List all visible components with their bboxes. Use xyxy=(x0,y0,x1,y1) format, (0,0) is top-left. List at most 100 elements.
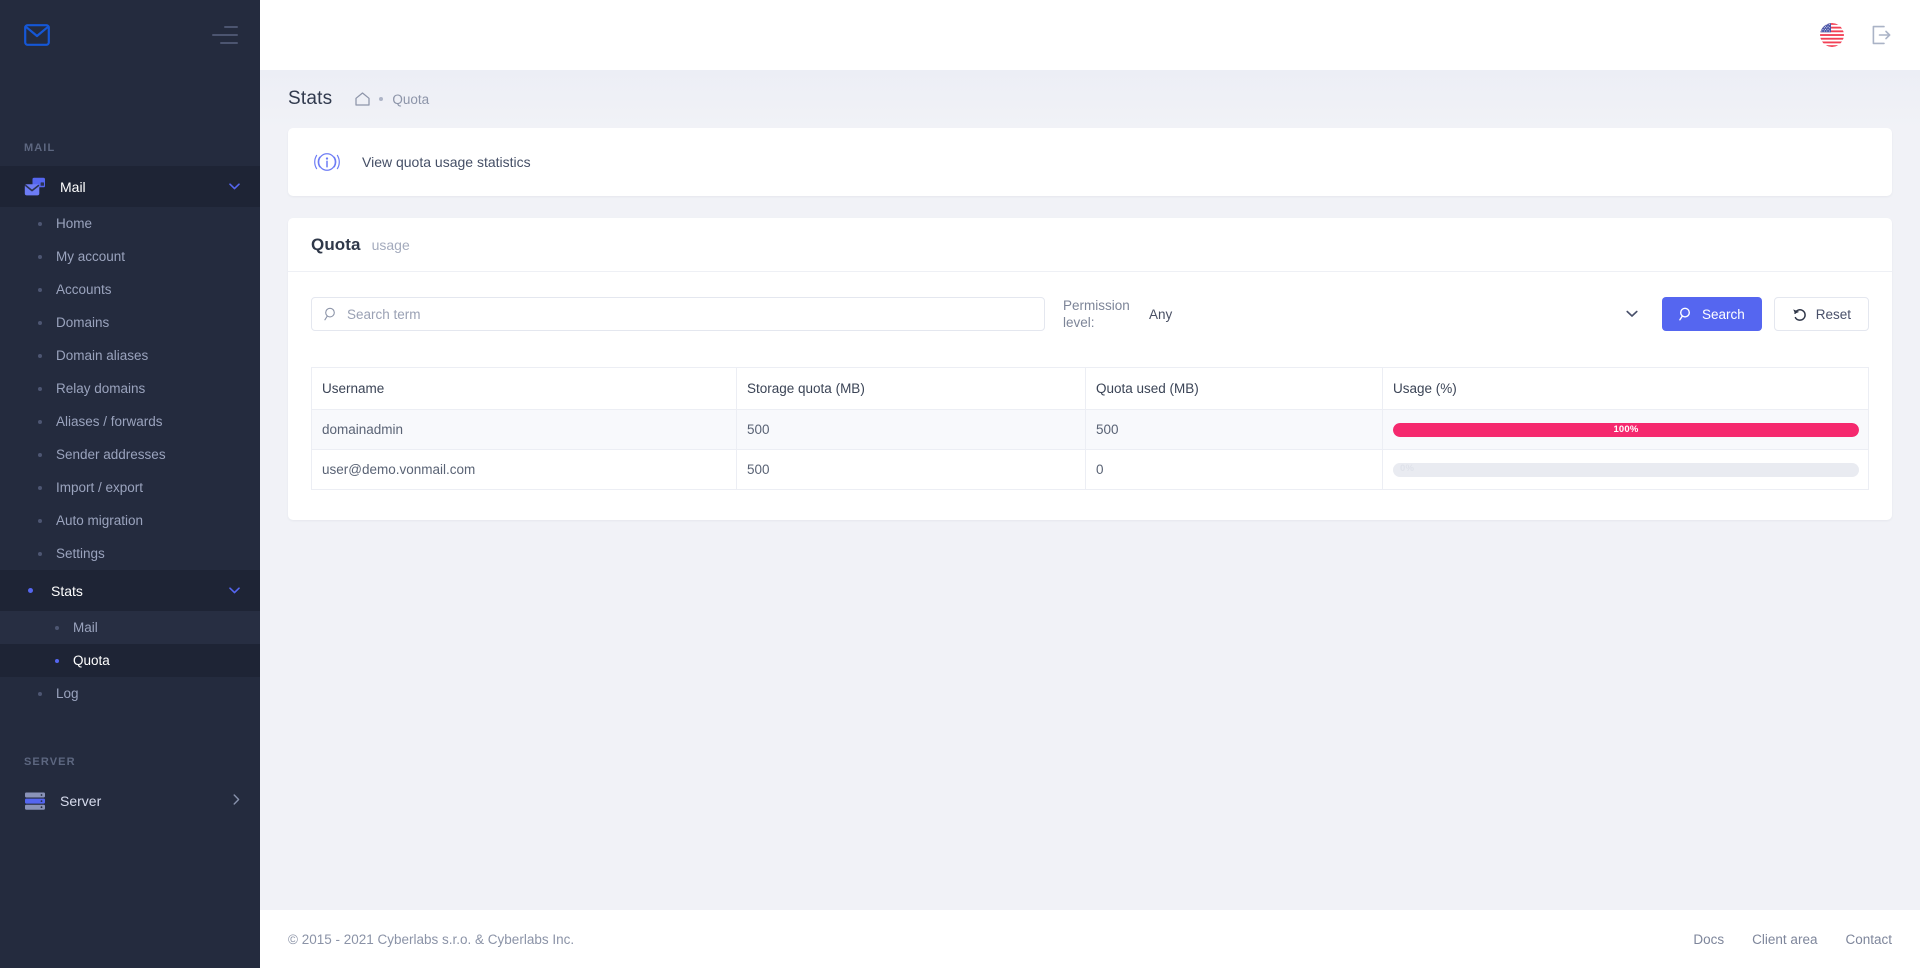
table-row[interactable]: domainadmin 500 500 100% xyxy=(312,410,1869,450)
sidebar-item-auto-migration[interactable]: Auto migration xyxy=(0,504,260,537)
table-row[interactable]: user@demo.vonmail.com 500 0 0% xyxy=(312,450,1869,490)
sidebar-item-settings[interactable]: Settings xyxy=(0,537,260,570)
cell-quota-used: 0 xyxy=(1086,450,1383,490)
column-header-quota-used[interactable]: Quota used (MB) xyxy=(1086,368,1383,410)
page-header: Stats Quota xyxy=(260,70,1920,128)
search-button[interactable]: Search xyxy=(1662,297,1762,331)
bullet-icon xyxy=(38,321,42,325)
sidebar-group-server-label: Server xyxy=(60,793,233,809)
usage-progress-fill: 100% xyxy=(1393,423,1859,437)
cell-storage-quota: 500 xyxy=(737,450,1086,490)
sidebar-header xyxy=(0,0,260,70)
server-rack-icon xyxy=(24,791,46,811)
sidebar-item-home[interactable]: Home xyxy=(0,207,260,240)
usage-progress-bar: 100% xyxy=(1393,423,1859,437)
footer-link-contact[interactable]: Contact xyxy=(1845,932,1892,947)
sidebar-group-stats[interactable]: Stats xyxy=(0,570,260,611)
footer: © 2015 - 2021 Cyberlabs s.r.o. & Cyberla… xyxy=(260,910,1920,968)
cell-quota-used: 500 xyxy=(1086,410,1383,450)
sidebar-item-label: Mail xyxy=(73,620,98,635)
sidebar-item-label: Import / export xyxy=(56,480,143,495)
cell-username: domainadmin xyxy=(312,410,737,450)
breadcrumb: Quota xyxy=(355,92,429,107)
sidebar-item-stats-quota[interactable]: Quota xyxy=(0,644,260,677)
sidebar-item-label: Quota xyxy=(73,653,110,668)
sidebar-item-stats-mail[interactable]: Mail xyxy=(0,611,260,644)
bullet-icon xyxy=(38,486,42,490)
chevron-down-icon[interactable] xyxy=(229,585,240,597)
sidebar-group-server[interactable]: Server xyxy=(0,780,260,821)
sidebar-item-log[interactable]: Log xyxy=(0,677,260,710)
sidebar-item-sender-addresses[interactable]: Sender addresses xyxy=(0,438,260,471)
sidebar-item-accounts[interactable]: Accounts xyxy=(0,273,260,306)
chevron-right-icon[interactable] xyxy=(233,794,240,808)
logout-icon[interactable] xyxy=(1870,24,1892,46)
sidebar-item-label: Sender addresses xyxy=(56,447,166,462)
permission-level-select[interactable]: Any xyxy=(1135,297,1650,331)
hamburger-icon[interactable] xyxy=(212,26,238,44)
usage-progress-bar: 0% xyxy=(1393,463,1859,477)
usage-progress-label: 0% xyxy=(1400,463,1414,474)
bullet-icon xyxy=(38,222,42,226)
sidebar-item-label: Aliases / forwards xyxy=(56,414,163,429)
bullet-icon xyxy=(28,588,33,593)
sidebar-group-stats-label: Stats xyxy=(51,583,229,599)
info-banner: View quota usage statistics xyxy=(288,128,1892,196)
chevron-down-icon[interactable] xyxy=(1626,307,1638,321)
bullet-icon xyxy=(38,288,42,292)
permission-level-value: Any xyxy=(1149,307,1172,322)
sidebar-item-label: Log xyxy=(56,686,79,701)
cell-storage-quota: 500 xyxy=(737,410,1086,450)
sidebar-item-domains[interactable]: Domains xyxy=(0,306,260,339)
sidebar-item-import-export[interactable]: Import / export xyxy=(0,471,260,504)
chevron-down-icon[interactable] xyxy=(229,181,240,193)
page-title: Stats xyxy=(288,88,332,110)
cell-usage: 100% xyxy=(1383,410,1869,450)
undo-icon xyxy=(1792,307,1807,322)
home-icon[interactable] xyxy=(355,92,370,106)
search-field[interactable] xyxy=(311,297,1045,331)
envelope-icon[interactable] xyxy=(24,24,50,46)
sidebar-group-mail-label: Mail xyxy=(60,179,229,195)
sidebar-item-relay-domains[interactable]: Relay domains xyxy=(0,372,260,405)
search-input[interactable] xyxy=(347,307,1032,322)
sidebar: MAIL Mail Home My account Accounts Domai… xyxy=(0,0,260,968)
table-header-row: Username Storage quota (MB) Quota used (… xyxy=(312,368,1869,410)
panel-title: Quota xyxy=(311,235,361,255)
bullet-icon xyxy=(55,626,59,630)
reset-button[interactable]: Reset xyxy=(1774,297,1869,331)
content: View quota usage statistics Quota usage xyxy=(260,128,1920,910)
search-icon xyxy=(1679,307,1693,321)
sidebar-section-server-label: SERVER xyxy=(0,756,260,768)
panel-subtitle: usage xyxy=(372,237,410,253)
panel-header: Quota usage xyxy=(288,218,1892,272)
footer-link-client-area[interactable]: Client area xyxy=(1752,932,1817,947)
breadcrumb-current: Quota xyxy=(392,92,429,107)
column-header-usage[interactable]: Usage (%) xyxy=(1383,368,1869,410)
sidebar-item-my-account[interactable]: My account xyxy=(0,240,260,273)
cell-username: user@demo.vonmail.com xyxy=(312,450,737,490)
sidebar-group-mail[interactable]: Mail xyxy=(0,166,260,207)
search-icon xyxy=(324,307,338,321)
us-flag-icon[interactable] xyxy=(1820,23,1844,47)
column-header-storage-quota[interactable]: Storage quota (MB) xyxy=(737,368,1086,410)
permission-level-label: Permission level: xyxy=(1063,297,1127,331)
column-header-username[interactable]: Username xyxy=(312,368,737,410)
sidebar-item-aliases-forwards[interactable]: Aliases / forwards xyxy=(0,405,260,438)
sidebar-item-label: Relay domains xyxy=(56,381,145,396)
sidebar-item-label: Auto migration xyxy=(56,513,143,528)
footer-links: Docs Client area Contact xyxy=(1693,932,1892,947)
footer-copyright: © 2015 - 2021 Cyberlabs s.r.o. & Cyberla… xyxy=(288,932,574,947)
footer-link-docs[interactable]: Docs xyxy=(1693,932,1724,947)
sidebar-section-mail-label: MAIL xyxy=(0,142,260,154)
sidebar-item-domain-aliases[interactable]: Domain aliases xyxy=(0,339,260,372)
permission-filter: Permission level: Any xyxy=(1063,297,1650,331)
reset-button-label: Reset xyxy=(1816,307,1851,322)
bullet-icon xyxy=(38,420,42,424)
info-circle-icon xyxy=(312,147,342,177)
sidebar-item-label: My account xyxy=(56,249,125,264)
bullet-icon xyxy=(38,519,42,523)
sidebar-item-label: Domains xyxy=(56,315,109,330)
search-button-label: Search xyxy=(1702,307,1745,322)
bullet-icon xyxy=(38,354,42,358)
